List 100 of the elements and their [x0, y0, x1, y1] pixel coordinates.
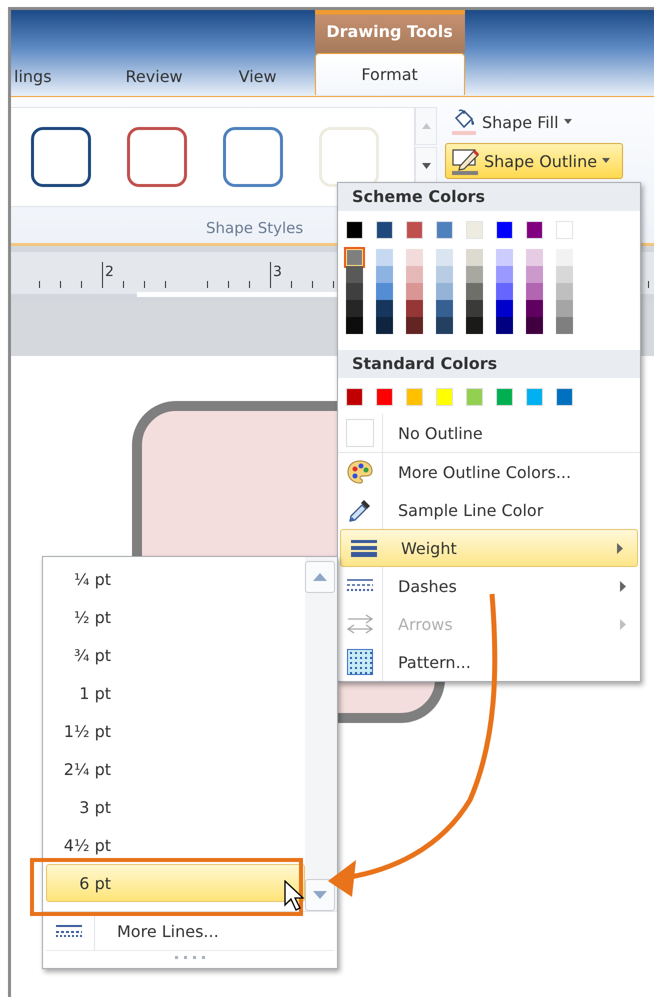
color-swatch[interactable] — [346, 221, 363, 239]
color-swatch[interactable] — [376, 249, 393, 266]
paint-bucket-icon — [450, 108, 478, 136]
shape-style-option[interactable] — [127, 127, 187, 187]
color-swatch[interactable] — [526, 300, 543, 317]
color-swatch[interactable] — [406, 249, 423, 266]
group-label: Shape Styles — [206, 219, 304, 237]
color-swatch[interactable] — [346, 266, 363, 283]
color-swatch[interactable] — [466, 221, 483, 239]
color-swatch[interactable] — [346, 283, 363, 300]
color-swatch[interactable] — [436, 388, 453, 406]
color-swatch[interactable] — [376, 283, 393, 300]
color-swatch[interactable] — [406, 300, 423, 317]
empty-swatch-icon — [346, 419, 374, 447]
color-swatch[interactable] — [496, 317, 513, 334]
weight-option[interactable]: 3 pt — [46, 788, 305, 826]
color-swatch[interactable] — [406, 283, 423, 300]
color-swatch[interactable] — [346, 249, 363, 266]
color-swatch[interactable] — [466, 388, 483, 406]
pattern-icon — [347, 649, 373, 675]
color-swatch[interactable] — [436, 300, 453, 317]
color-swatch[interactable] — [466, 249, 483, 266]
shape-outline-button[interactable]: Shape Outline — [445, 143, 623, 179]
menu-item[interactable]: More Outline Colors... — [338, 452, 640, 491]
color-swatch[interactable] — [466, 317, 483, 334]
color-swatch[interactable] — [376, 317, 393, 334]
caret-icon — [601, 158, 612, 164]
menu-item[interactable]: Weight — [340, 529, 638, 567]
ribbon-tab[interactable]: Format — [314, 53, 465, 95]
color-swatch[interactable] — [526, 317, 543, 334]
ribbon-tab[interactable]: View — [214, 56, 309, 96]
arrows-icon — [347, 613, 373, 635]
color-swatch[interactable] — [406, 266, 423, 283]
color-swatch[interactable] — [406, 388, 423, 406]
section-heading: Scheme Colors — [338, 183, 640, 211]
color-swatch[interactable] — [346, 388, 363, 406]
color-swatch[interactable] — [496, 300, 513, 317]
color-swatch[interactable] — [406, 221, 423, 239]
color-swatch[interactable] — [436, 283, 453, 300]
color-swatch[interactable] — [556, 221, 573, 239]
color-swatch[interactable] — [376, 221, 393, 239]
down-arrow-icon — [422, 163, 430, 169]
color-swatch[interactable] — [436, 249, 453, 266]
color-swatch[interactable] — [406, 317, 423, 334]
color-swatch[interactable] — [556, 388, 573, 406]
weight-option[interactable]: 6 pt — [46, 864, 305, 902]
color-swatch[interactable] — [556, 283, 573, 300]
menu-item[interactable]: No Outline — [338, 414, 640, 452]
color-swatch[interactable] — [526, 283, 543, 300]
palette-icon — [347, 460, 373, 484]
color-swatch[interactable] — [346, 317, 363, 334]
color-swatch[interactable] — [556, 300, 573, 317]
color-swatch[interactable] — [346, 300, 363, 317]
shape-style-option[interactable] — [223, 127, 283, 187]
color-swatch[interactable] — [556, 317, 573, 334]
menu-item[interactable]: More Lines... — [43, 911, 337, 950]
scroll-down-button[interactable] — [305, 879, 335, 911]
dashed-lines-icon — [347, 578, 373, 594]
weight-option[interactable]: 1 pt — [46, 674, 305, 712]
color-swatch[interactable] — [376, 300, 393, 317]
weight-option[interactable]: ¾ pt — [46, 636, 305, 674]
color-swatch[interactable] — [526, 221, 543, 239]
color-swatch[interactable] — [556, 266, 573, 283]
weight-option[interactable]: 2¼ pt — [46, 750, 305, 788]
dashed-lines-icon — [56, 924, 82, 938]
ribbon-tab[interactable]: Review — [102, 56, 215, 96]
color-swatch[interactable] — [466, 283, 483, 300]
weight-option[interactable]: ¼ pt — [46, 560, 305, 598]
color-swatch[interactable] — [496, 266, 513, 283]
more-button[interactable] — [415, 147, 437, 185]
color-swatch[interactable] — [436, 221, 453, 239]
shape-style-option[interactable] — [31, 127, 91, 187]
color-swatch[interactable] — [376, 388, 393, 406]
up-arrow-icon — [422, 123, 430, 129]
color-swatch[interactable] — [436, 266, 453, 283]
section-heading: Standard Colors — [338, 350, 640, 378]
color-swatch[interactable] — [526, 266, 543, 283]
color-swatch[interactable] — [526, 388, 543, 406]
ruler-mark: 3 — [273, 264, 282, 280]
down-arrow-icon — [313, 891, 327, 899]
color-swatch[interactable] — [496, 283, 513, 300]
color-swatch[interactable] — [556, 249, 573, 266]
menu-item[interactable]: Pattern... — [338, 643, 640, 681]
weight-option[interactable]: ½ pt — [46, 598, 305, 636]
color-swatch[interactable] — [436, 317, 453, 334]
color-swatch[interactable] — [376, 266, 393, 283]
shape-fill-button[interactable]: Shape Fill — [445, 107, 623, 137]
weight-option[interactable]: 1½ pt — [46, 712, 305, 750]
ribbon-tab[interactable]: lings — [11, 56, 102, 96]
contextual-tab-header: Drawing Tools — [314, 10, 465, 53]
weight-option[interactable]: 4½ pt — [46, 826, 305, 864]
color-swatch[interactable] — [526, 249, 543, 266]
color-swatch[interactable] — [496, 388, 513, 406]
eyedropper-icon — [347, 497, 373, 523]
cursor-icon — [284, 880, 304, 912]
color-swatch[interactable] — [496, 221, 513, 239]
color-swatch[interactable] — [466, 300, 483, 317]
scroll-up-button[interactable] — [305, 561, 335, 593]
color-swatch[interactable] — [466, 266, 483, 283]
color-swatch[interactable] — [496, 249, 513, 266]
